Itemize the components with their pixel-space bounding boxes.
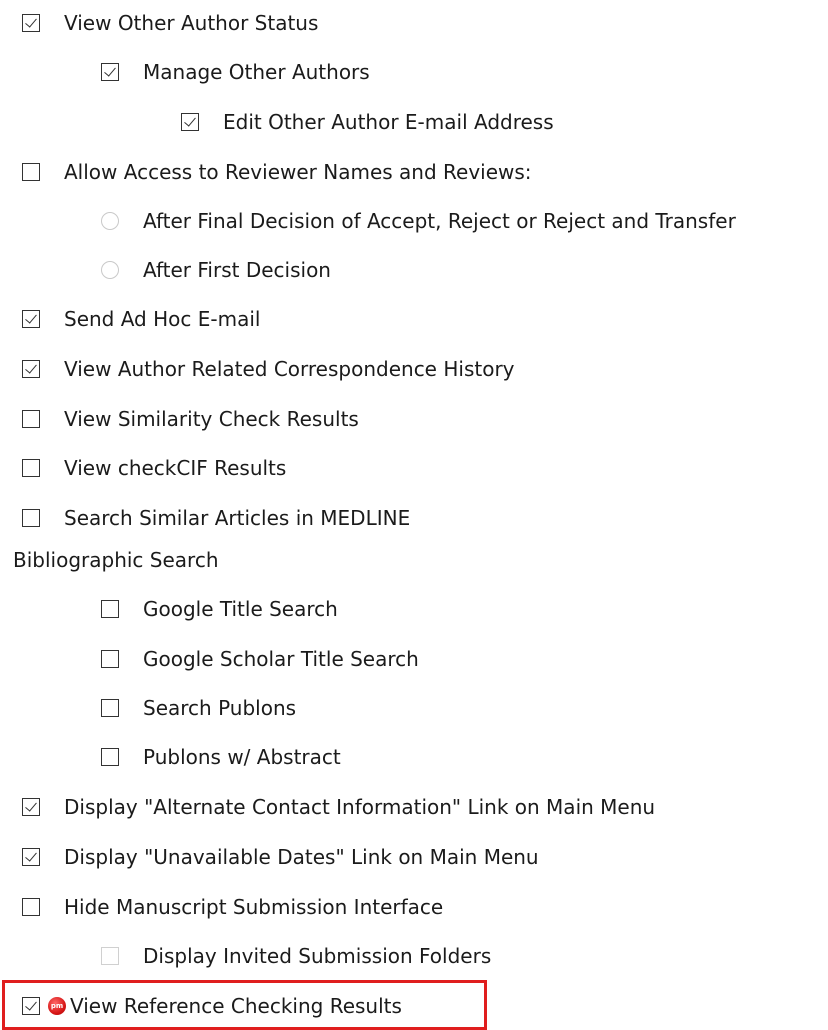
google-title-search-checkbox[interactable]	[101, 600, 119, 618]
view-reference-checking-checkbox[interactable]	[22, 997, 40, 1015]
permission-row-google-title-search: Google Title Search	[101, 594, 338, 624]
permission-row-display-invited-folders: Display Invited Submission Folders	[101, 941, 491, 971]
display-alternate-contact-label: Display "Alternate Contact Information" …	[64, 795, 656, 819]
view-author-correspondence-label: View Author Related Correspondence Histo…	[64, 357, 515, 381]
permission-row-search-medline: Search Similar Articles in MEDLINE	[22, 503, 410, 533]
permission-row-after-final-decision: After Final Decision of Accept, Reject o…	[101, 206, 736, 236]
search-medline-checkbox[interactable]	[22, 509, 40, 527]
after-final-decision-radio[interactable]	[101, 212, 119, 230]
after-first-decision-label: After First Decision	[143, 258, 331, 282]
search-medline-label: Search Similar Articles in MEDLINE	[64, 506, 411, 530]
permission-row-google-scholar-title-search: Google Scholar Title Search	[101, 644, 419, 674]
permission-row-display-alternate-contact: Display "Alternate Contact Information" …	[22, 792, 655, 822]
display-unavailable-dates-checkbox[interactable]	[22, 848, 40, 866]
permission-row-manage-other-authors: Manage Other Authors	[101, 57, 370, 87]
view-checkcif-checkbox[interactable]	[22, 459, 40, 477]
edit-other-author-email-checkbox[interactable]	[181, 113, 199, 131]
send-ad-hoc-email-label: Send Ad Hoc E-mail	[64, 307, 261, 331]
view-reference-checking-label: View Reference Checking Results	[70, 994, 402, 1018]
view-similarity-check-label: View Similarity Check Results	[64, 407, 359, 431]
permission-row-view-similarity-check: View Similarity Check Results	[22, 404, 359, 434]
google-title-search-label: Google Title Search	[143, 597, 338, 621]
manage-other-authors-label: Manage Other Authors	[143, 60, 370, 84]
view-other-author-status-label: View Other Author Status	[64, 11, 319, 35]
display-unavailable-dates-label: Display "Unavailable Dates" Link on Main…	[64, 845, 539, 869]
permission-row-edit-other-author-email: Edit Other Author E-mail Address	[181, 107, 554, 137]
edit-other-author-email-label: Edit Other Author E-mail Address	[223, 110, 554, 134]
permission-row-display-unavailable-dates: Display "Unavailable Dates" Link on Main…	[22, 842, 539, 872]
display-invited-folders-checkbox[interactable]	[101, 947, 119, 965]
allow-reviewer-access-label: Allow Access to Reviewer Names and Revie…	[64, 160, 532, 184]
view-author-correspondence-checkbox[interactable]	[22, 360, 40, 378]
pm-badge-icon: pm	[48, 997, 66, 1015]
allow-reviewer-access-checkbox[interactable]	[22, 163, 40, 181]
permission-row-view-checkcif: View checkCIF Results	[22, 453, 286, 483]
after-final-decision-label: After Final Decision of Accept, Reject o…	[143, 209, 736, 233]
hide-submission-interface-checkbox[interactable]	[22, 898, 40, 916]
permission-row-publons-abstract: Publons w/ Abstract	[101, 742, 341, 772]
view-similarity-check-checkbox[interactable]	[22, 410, 40, 428]
publons-abstract-label: Publons w/ Abstract	[143, 745, 341, 769]
view-other-author-status-checkbox[interactable]	[22, 14, 40, 32]
display-invited-folders-label: Display Invited Submission Folders	[143, 944, 492, 968]
permission-row-hide-submission-interface: Hide Manuscript Submission Interface	[22, 892, 443, 922]
permission-row-send-ad-hoc-email: Send Ad Hoc E-mail	[22, 304, 260, 334]
after-first-decision-radio[interactable]	[101, 261, 119, 279]
hide-submission-interface-label: Hide Manuscript Submission Interface	[64, 895, 444, 919]
google-scholar-title-search-checkbox[interactable]	[101, 650, 119, 668]
google-scholar-title-search-label: Google Scholar Title Search	[143, 647, 419, 671]
send-ad-hoc-email-checkbox[interactable]	[22, 310, 40, 328]
search-publons-label: Search Publons	[143, 696, 297, 720]
permission-row-search-publons: Search Publons	[101, 693, 296, 723]
display-alternate-contact-checkbox[interactable]	[22, 798, 40, 816]
permission-row-view-reference-checking: pm View Reference Checking Results	[22, 991, 402, 1021]
publons-abstract-checkbox[interactable]	[101, 748, 119, 766]
permission-row-after-first-decision: After First Decision	[101, 255, 331, 285]
view-checkcif-label: View checkCIF Results	[64, 456, 287, 480]
bibliographic-search-heading: Bibliographic Search	[13, 548, 219, 572]
permission-row-allow-reviewer-access: Allow Access to Reviewer Names and Revie…	[22, 157, 532, 187]
manage-other-authors-checkbox[interactable]	[101, 63, 119, 81]
search-publons-checkbox[interactable]	[101, 699, 119, 717]
permission-row-view-other-author-status: View Other Author Status	[22, 8, 318, 38]
permission-row-view-author-correspondence: View Author Related Correspondence Histo…	[22, 354, 515, 384]
